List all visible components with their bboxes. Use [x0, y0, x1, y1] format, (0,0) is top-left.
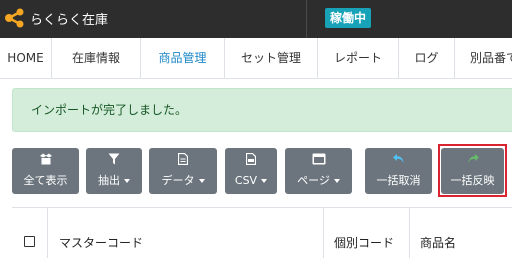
show-all-label: 全て表示 [23, 174, 68, 187]
column-divider [323, 208, 324, 258]
extract-button[interactable]: 抽出 [86, 148, 142, 194]
data-button[interactable]: データ [149, 148, 217, 194]
window-icon [285, 153, 352, 165]
highlight-box [438, 144, 507, 197]
caret-down-icon [124, 179, 130, 183]
bulk-cancel-label: 一括取消 [376, 174, 421, 187]
success-alert: インポートが完了しました。 [12, 88, 512, 132]
extract-label: 抽出 [98, 174, 120, 187]
select-all-checkbox[interactable] [24, 236, 35, 247]
page-label: ページ [297, 174, 330, 187]
csv-button[interactable]: CSV [225, 148, 277, 194]
filter-icon [86, 153, 142, 165]
alert-message: インポートが完了しました。 [31, 103, 188, 117]
app-name[interactable]: らくらく在庫 [30, 9, 108, 28]
main-nav: HOME 在庫情報 商品管理 セット管理 レポート ログ 別品番での [0, 38, 512, 79]
status-badge: 稼働中 [325, 8, 372, 28]
page-button[interactable]: ページ [285, 148, 352, 194]
box-open-icon [12, 153, 79, 165]
nav-item-reports[interactable]: レポート [318, 38, 399, 78]
column-header-master-code[interactable]: マスターコード [59, 234, 143, 251]
top-bar-divider [306, 0, 307, 38]
bulk-cancel-button[interactable]: 一括取消 [365, 148, 432, 194]
show-all-button[interactable]: 全て表示 [12, 148, 79, 194]
nav-item-home[interactable]: HOME [0, 38, 52, 78]
top-bar: らくらく在庫 稼働中 [0, 0, 512, 38]
table-header: マスターコード 個別コード 商品名 [12, 207, 512, 258]
column-divider [47, 208, 48, 258]
nav-item-sets[interactable]: セット管理 [225, 38, 318, 78]
column-divider [409, 208, 410, 258]
caret-down-icon [333, 179, 340, 183]
csv-file-icon [225, 153, 277, 165]
column-header-product-name[interactable]: 商品名 [420, 234, 456, 251]
nav-item-alt-sku[interactable]: 別品番での [455, 38, 512, 78]
nav-item-products[interactable]: 商品管理 [141, 38, 225, 78]
data-label: データ [161, 174, 195, 187]
column-header-individual-code[interactable]: 個別コード [334, 234, 394, 251]
share-nodes-icon[interactable] [4, 8, 26, 28]
csv-label: CSV [234, 174, 258, 187]
nav-item-logs[interactable]: ログ [399, 38, 455, 78]
caret-down-icon [261, 179, 268, 183]
file-icon [149, 153, 217, 165]
caret-down-icon [198, 179, 205, 183]
nav-item-inventory[interactable]: 在庫情報 [52, 38, 141, 78]
undo-arrow-icon [365, 153, 432, 165]
